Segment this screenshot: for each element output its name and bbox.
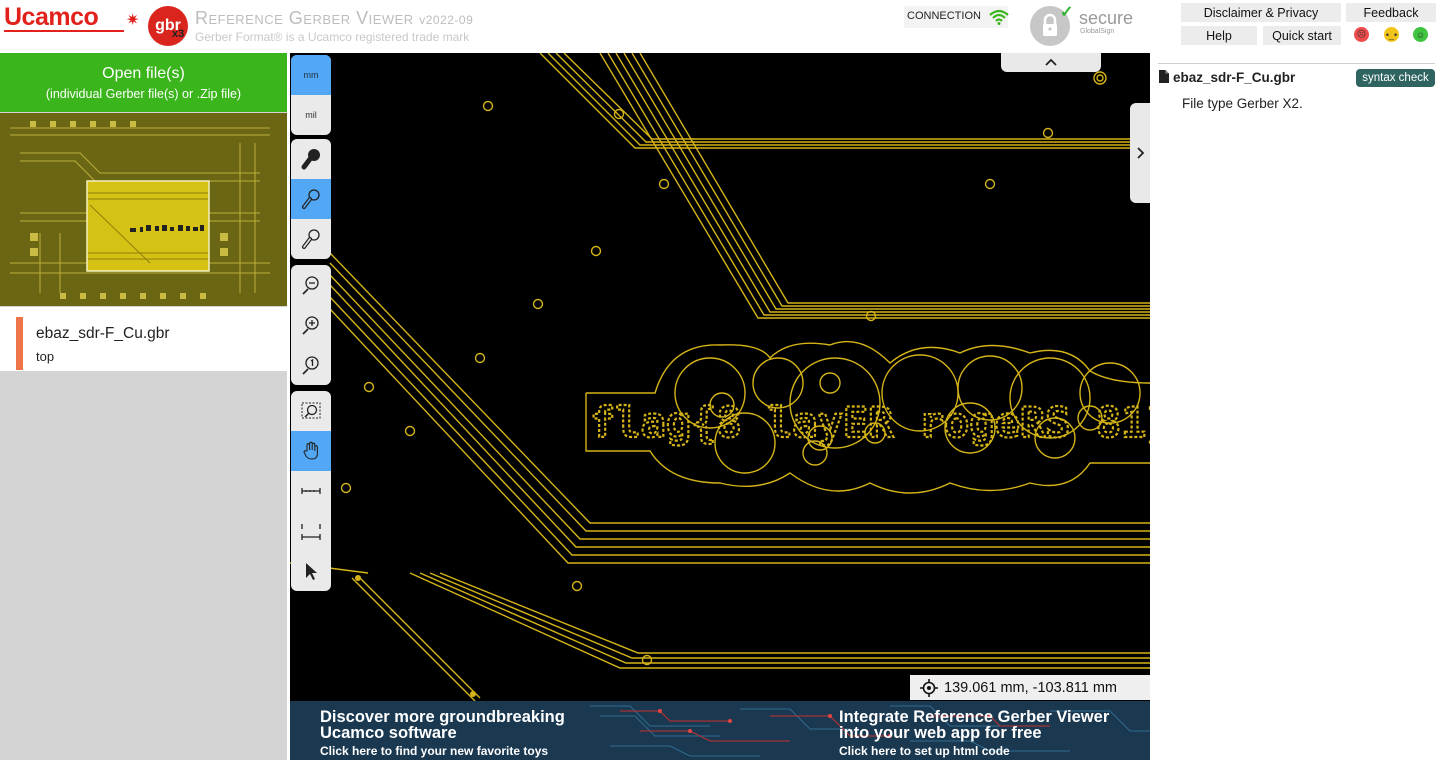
zoom-in-icon[interactable]: [291, 305, 331, 345]
neutral-face-icon[interactable]: •_•: [1384, 27, 1399, 42]
happy-face-icon[interactable]: ☺: [1413, 27, 1428, 42]
unit-mil-button[interactable]: mil: [291, 95, 331, 135]
chevron-up-icon: [1045, 58, 1057, 66]
banner-right-title-2: into your web app for free: [839, 724, 1042, 742]
unit-mm-button[interactable]: mm: [291, 55, 331, 95]
banner-right-title-1: Integrate Reference Gerber Viewer: [839, 708, 1110, 726]
pcb-render: flag{8 layER rogeRS 81}: [290, 53, 1150, 701]
logo-underline: [4, 30, 124, 32]
syntax-check-button[interactable]: syntax check: [1356, 69, 1435, 87]
connection-label: CONNECTION: [907, 10, 981, 22]
file-list-item[interactable]: ebaz_sdr-F_Cu.gbr top: [0, 307, 287, 371]
left-panel: Open file(s) (individual Gerber file(s) …: [0, 53, 287, 760]
info-file-name: ebaz_sdr-F_Cu.gbr: [1173, 70, 1296, 85]
banner-left-title-2: Ucamco software: [320, 724, 457, 742]
draw-outline-icon[interactable]: [291, 219, 331, 259]
draw-filled-icon[interactable]: [291, 139, 331, 179]
crosshair-icon: [920, 679, 938, 697]
layer-file-name: ebaz_sdr-F_Cu.gbr: [36, 325, 170, 342]
unit-toggle-group: mm mil: [291, 55, 331, 135]
file-type-info: File type Gerber X2.: [1182, 96, 1303, 111]
right-panel: ebaz_sdr-F_Cu.gbr syntax check File type…: [1152, 53, 1439, 760]
logo-star-icon: ✷: [126, 12, 140, 29]
check-icon: ✓: [1060, 4, 1074, 21]
disclaimer-button[interactable]: Disclaimer & Privacy: [1181, 3, 1341, 22]
board-overview-thumbnail[interactable]: [0, 113, 287, 306]
gerber-canvas[interactable]: flag{8 layER rogeRS 81} mm mil 139.061 m…: [290, 53, 1150, 760]
expand-right-panel-button[interactable]: [1130, 103, 1150, 203]
ucamco-logo[interactable]: Ucamco: [4, 3, 99, 32]
sad-face-icon[interactable]: ☹: [1354, 27, 1369, 42]
connection-status: CONNECTION: [904, 6, 1009, 28]
pan-hand-icon[interactable]: [291, 431, 331, 471]
banner-right-subtitle: Click here to set up html code: [839, 744, 1010, 758]
secure-sub-label: GlobalSign: [1080, 28, 1115, 35]
feedback-button[interactable]: Feedback: [1346, 3, 1436, 22]
layer-color-marker[interactable]: [16, 317, 23, 370]
app-version: v2022-09: [419, 13, 474, 27]
divider: [1158, 63, 1435, 64]
app-title: Reference Gerber Viewer v2022-09: [195, 8, 473, 29]
gbr-badge: gbr: [148, 6, 188, 46]
app-title-text: Reference Gerber Viewer: [195, 8, 414, 28]
zoom-group: [291, 265, 331, 385]
open-files-subtitle: (individual Gerber file(s) or .Zip file): [45, 87, 242, 101]
header: Ucamco ✷ gbr x3 Reference Gerber Viewer …: [0, 0, 1439, 52]
tools-group: [291, 391, 331, 591]
promo-banner[interactable]: Discover more groundbreaking Ucamco soft…: [290, 701, 1150, 760]
select-pointer-icon[interactable]: [291, 551, 331, 591]
draw-mode-group: [291, 139, 331, 259]
coordinates-value: 139.061 mm, -103.811 mm: [944, 679, 1118, 696]
cursor-coordinates: 139.061 mm, -103.811 mm: [910, 675, 1150, 700]
wifi-icon: [989, 9, 1009, 25]
secure-label: secure: [1079, 8, 1134, 28]
draw-outline-active-icon[interactable]: [291, 179, 331, 219]
banner-left-subtitle: Click here to find your new favorite toy…: [320, 744, 549, 758]
chevron-right-icon: [1136, 147, 1144, 159]
document-icon: [1159, 70, 1169, 83]
gbr-x3-label: x3: [172, 28, 185, 40]
banner-left-title-1: Discover more groundbreaking: [320, 708, 565, 726]
collapse-top-button[interactable]: [1001, 53, 1101, 72]
secure-seal[interactable]: ✓ secure GlobalSign: [1030, 4, 1140, 46]
quick-start-button[interactable]: Quick start: [1263, 26, 1341, 45]
measure-distance-icon[interactable]: [291, 471, 331, 511]
layer-side: top: [36, 349, 55, 364]
zoom-out-icon[interactable]: [291, 265, 331, 305]
zoom-fit-icon[interactable]: [291, 391, 331, 431]
open-files-button[interactable]: Open file(s) (individual Gerber file(s) …: [0, 53, 287, 112]
measure-area-icon[interactable]: [291, 511, 331, 551]
open-files-title: Open file(s): [102, 65, 185, 82]
app-root: Ucamco ✷ gbr x3 Reference Gerber Viewer …: [0, 0, 1439, 760]
trademark-notice: Gerber Format® is a Ucamco registered tr…: [195, 30, 470, 44]
help-button[interactable]: Help: [1181, 26, 1257, 45]
zoom-reset-icon[interactable]: [291, 345, 331, 385]
pcb-silk-text: flag{8 layER rogeRS 81}: [590, 398, 1150, 447]
